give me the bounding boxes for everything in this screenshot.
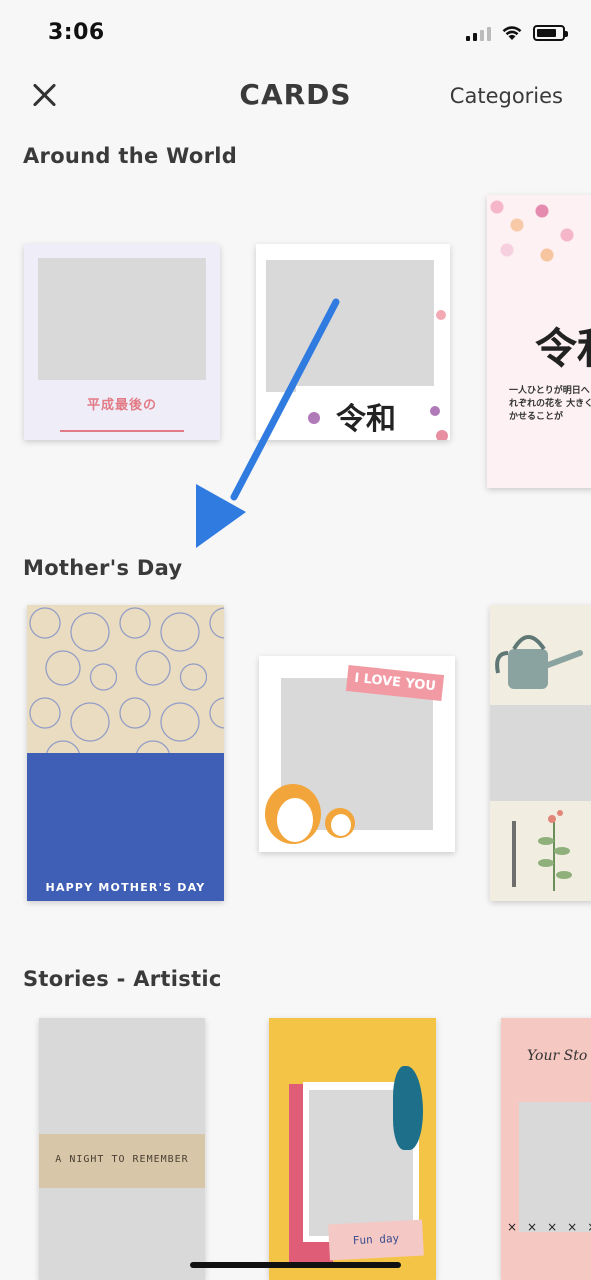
card-i-love-you[interactable]: I LOVE YOU — [259, 656, 455, 852]
card-happy-mothers-day[interactable]: HAPPY MOTHER'S DAY — [27, 605, 224, 901]
card-fun-day[interactable]: Fun day — [269, 1018, 436, 1280]
section-title-stories-artistic: Stories - Artistic — [23, 967, 222, 991]
card-caption: Your Sto — [527, 1048, 588, 1064]
card-caption: HAPPY MOTHER'S DAY — [45, 881, 206, 894]
photo-placeholder — [519, 1102, 591, 1232]
card-caption: A NIGHT TO REMEMBER — [55, 1154, 189, 1165]
watering-can-icon — [495, 635, 583, 689]
floral-pattern — [27, 605, 224, 753]
section-title-mothers-day: Mother's Day — [23, 556, 183, 580]
card-your-story[interactable]: Your Sto ××××××× — [501, 1018, 591, 1280]
photo-placeholder — [490, 705, 591, 801]
home-indicator — [190, 1262, 401, 1268]
plants-illustration — [512, 810, 572, 891]
card-caption: Fun day — [328, 1219, 424, 1261]
card-garden[interactable] — [490, 605, 591, 901]
paint-splash — [393, 1066, 423, 1150]
card-a-night-to-remember[interactable]: A NIGHT TO REMEMBER — [39, 1018, 205, 1280]
x-pattern-decoration: ××××××× — [507, 1220, 591, 1234]
